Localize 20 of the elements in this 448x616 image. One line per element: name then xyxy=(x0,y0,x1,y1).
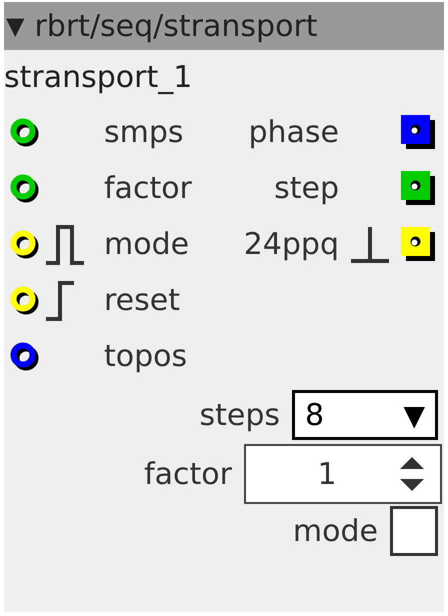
mode-checkbox[interactable] xyxy=(390,506,438,556)
outlet-name: 24ppq xyxy=(242,226,339,262)
pulse-icon xyxy=(44,223,86,265)
factor-label: factor xyxy=(144,456,232,492)
instance-name: stransport_1 xyxy=(4,58,194,96)
inlet-name: topos xyxy=(104,338,188,374)
steps-label: steps xyxy=(199,398,280,432)
outlet-name: phase xyxy=(247,114,339,150)
mode-label: mode xyxy=(292,514,378,548)
steps-dropdown[interactable]: 8 ▼ xyxy=(292,390,438,440)
inlet-name: reset xyxy=(104,282,181,318)
inlet-name: mode xyxy=(104,226,190,262)
node-title: rbrt/seq/stransport xyxy=(34,8,318,44)
collapse-toggle[interactable]: ▼ xyxy=(6,12,24,40)
caret-icon: ▼ xyxy=(403,398,425,432)
inlet-name: factor xyxy=(104,170,193,206)
spinner-arrows-icon[interactable] xyxy=(398,454,426,494)
inlet-name: smps xyxy=(104,114,185,150)
outlet-name: step xyxy=(273,170,339,206)
factor-spinbox[interactable]: 1 xyxy=(244,444,442,504)
